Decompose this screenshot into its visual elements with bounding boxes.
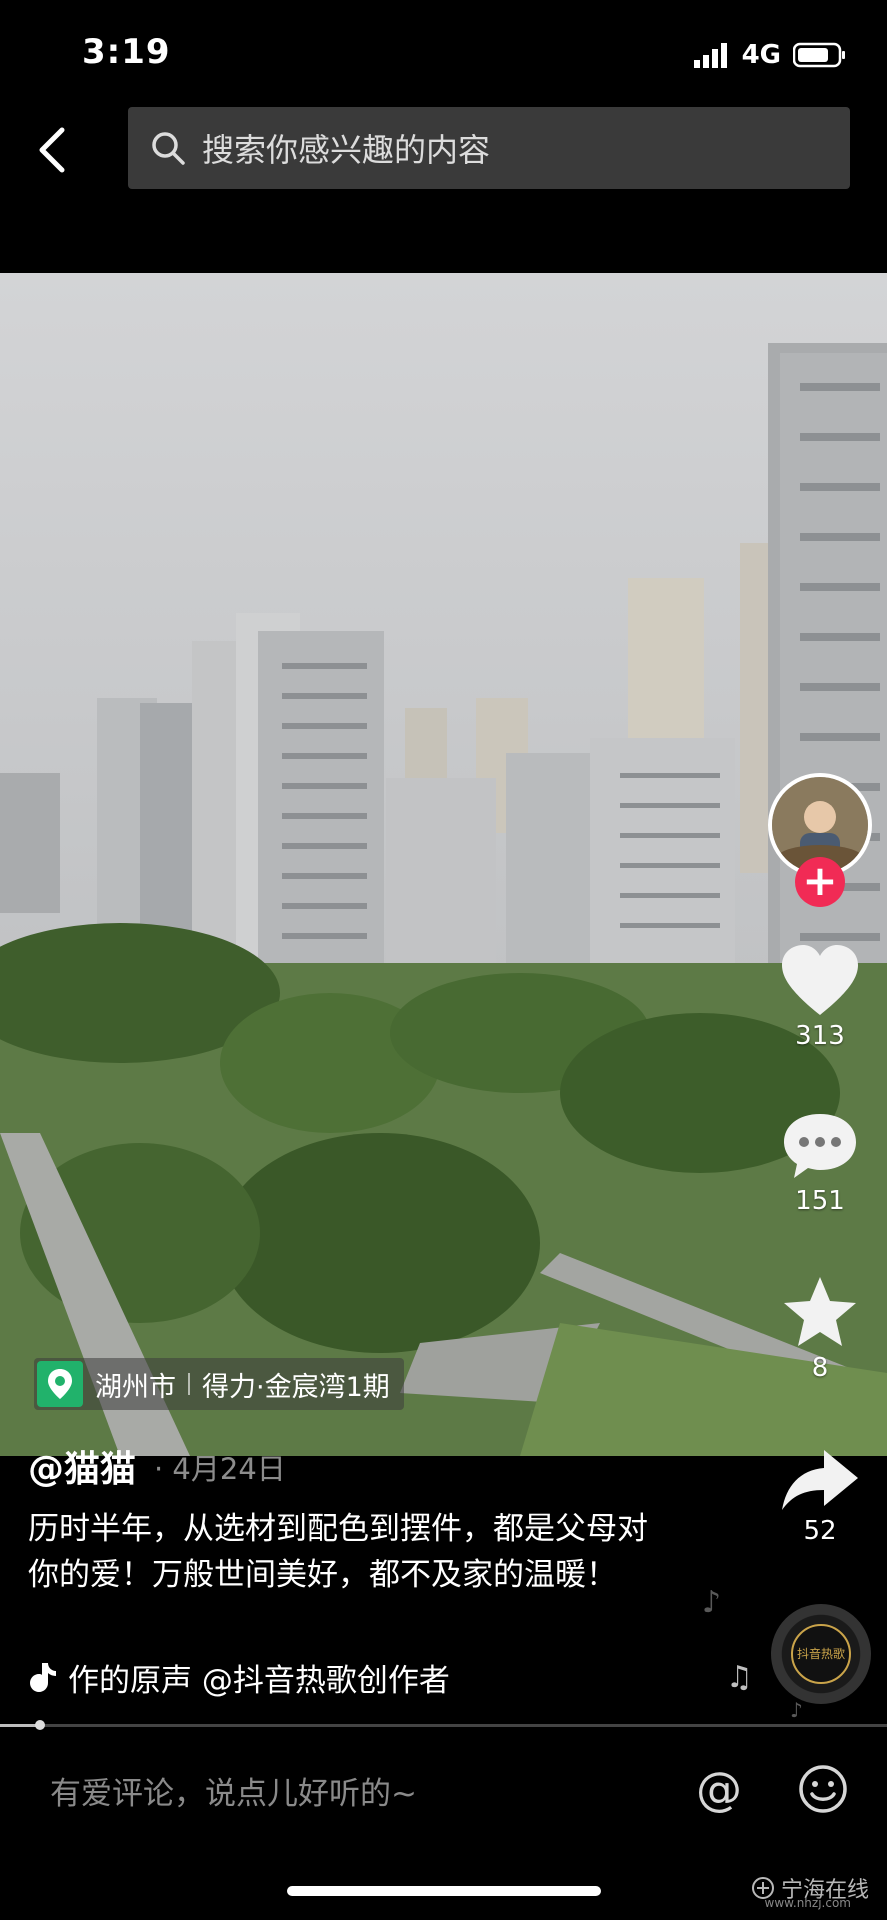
comment-input[interactable]: 有爱评论，说点儿好听的~: [50, 1768, 417, 1813]
emoji-icon[interactable]: [798, 1764, 848, 1814]
music-info[interactable]: 作的原声 @抖音热歌创作者: [28, 1654, 488, 1700]
search-input[interactable]: 搜索你感兴趣的内容: [128, 107, 850, 189]
music-note-icon: [30, 1663, 56, 1692]
location-city: 湖州市: [95, 1371, 176, 1403]
network-type: 4G: [741, 40, 781, 70]
location-separator: [188, 1373, 190, 1395]
like-button[interactable]: 313: [765, 945, 875, 1051]
search-placeholder: 搜索你感兴趣的内容: [202, 131, 491, 169]
comment-button[interactable]: 151: [765, 1110, 875, 1216]
progress-fill: [0, 1724, 40, 1727]
progress-knob[interactable]: [35, 1720, 45, 1730]
favorite-count: 8: [811, 1353, 829, 1383]
video-caption: 历时半年，从选材到配色到摆件，都是父母对你的爱！万般世间美好，都不及家的温暖！: [28, 1511, 648, 1593]
floating-note-icon-2: ♫: [726, 1660, 753, 1695]
like-count: 313: [795, 1021, 845, 1051]
music-title: 作的原声 @抖音热歌创作者: [68, 1662, 450, 1699]
signal-icon: [693, 43, 727, 68]
location-tag[interactable]: 湖州市 得力·金宸湾1期: [34, 1358, 404, 1410]
back-button[interactable]: [30, 122, 76, 178]
follow-button[interactable]: +: [795, 857, 845, 907]
share-icon: [782, 1450, 858, 1510]
post-date: · 4月24日: [154, 1452, 286, 1486]
progress-track[interactable]: [0, 1724, 887, 1727]
music-record[interactable]: 抖音热歌: [771, 1604, 871, 1704]
favorite-button[interactable]: 8: [765, 1275, 875, 1383]
share-count: 52: [803, 1516, 837, 1546]
status-time: 3:19: [82, 32, 171, 72]
status-indicators: 4G: [693, 40, 847, 70]
comment-icon: [784, 1114, 856, 1178]
record-label: 抖音热歌: [791, 1624, 851, 1684]
at-icon[interactable]: @: [696, 1762, 742, 1816]
back-arrow-icon: [39, 127, 65, 173]
home-indicator[interactable]: [287, 1886, 601, 1896]
heart-icon: [782, 945, 858, 1015]
star-icon: [784, 1277, 856, 1346]
share-button[interactable]: 52: [765, 1448, 875, 1546]
search-icon: [152, 132, 185, 165]
comment-count: 151: [795, 1186, 845, 1216]
location-pin-icon: [37, 1361, 83, 1407]
author-handle[interactable]: @猫猫: [28, 1440, 136, 1492]
battery-icon: [793, 42, 845, 68]
video-frame: [0, 273, 887, 1456]
video-player[interactable]: [0, 273, 887, 1456]
watermark-url: www.nhzj.com: [764, 1896, 851, 1910]
location-place: 得力·金宸湾1期: [202, 1371, 390, 1403]
floating-note-icon: ♪: [702, 1585, 722, 1620]
floating-note-icon-3: ♪: [790, 1698, 803, 1722]
